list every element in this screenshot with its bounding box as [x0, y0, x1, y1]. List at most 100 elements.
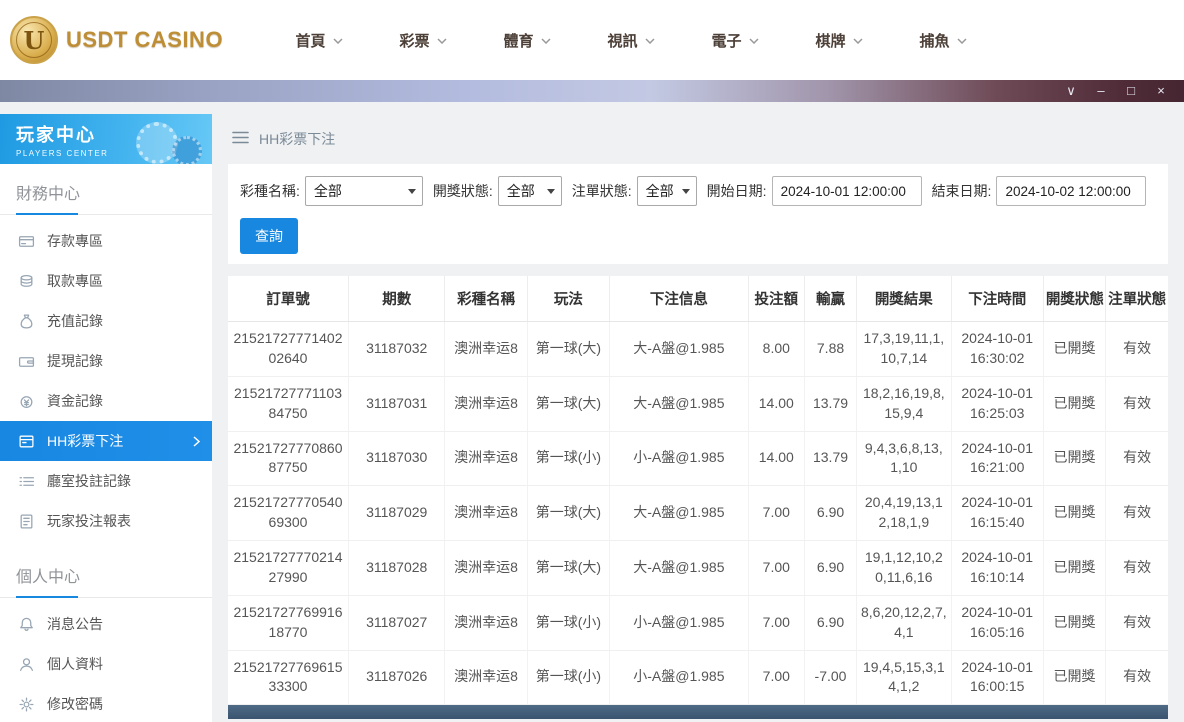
sidebar-item-label: 修改密碼 — [47, 694, 103, 714]
cell-period: 31187029 — [349, 486, 445, 541]
sidebar-item-announcements[interactable]: 消息公告 — [0, 604, 212, 644]
sidebar-item-fund-record[interactable]: 資金記錄 — [0, 381, 212, 421]
cell-bet-info: 大-A盤@1.985 — [610, 541, 749, 596]
list-icon — [18, 473, 35, 490]
cell-win-loss: 7.88 — [804, 322, 856, 377]
table-row: 2152172777140202640 31187032 澳洲幸运8 第一球(大… — [228, 322, 1168, 377]
brand: U USDT CASINO — [10, 16, 235, 64]
sidebar-item-label: 提現記錄 — [47, 351, 103, 371]
column-header-win: 輸贏 — [804, 276, 856, 322]
lottery-type-select[interactable]: 全部 — [305, 176, 423, 206]
table-header-row: 訂單號 期數 彩種名稱 玩法 下注信息 投注額 輸贏 開獎結果 下注時間 開獎狀… — [228, 276, 1168, 322]
nav-item-video[interactable]: 視訊 — [579, 30, 683, 51]
cell-draw-result: 20,4,19,13,12,18,1,9 — [857, 486, 951, 541]
column-header-draw-status: 開獎狀態 — [1043, 276, 1105, 322]
select-caret-icon — [682, 189, 690, 194]
sidebar-subtitle: PLAYERS CENTER — [16, 149, 212, 158]
nav-item-electronic[interactable]: 電子 — [683, 30, 787, 51]
sidebar-item-label: 存款專區 — [47, 231, 103, 251]
cell-win-loss: 13.79 — [804, 376, 856, 431]
cell-bet-time: 2024-10-01 16:30:02 — [951, 322, 1043, 377]
cell-bet-time: 2024-10-01 16:10:14 — [951, 541, 1043, 596]
cell-bet-info: 大-A盤@1.985 — [610, 322, 749, 377]
end-date-label: 結束日期: — [932, 181, 992, 201]
nav-item-label: 捕魚 — [919, 30, 949, 51]
report-icon — [18, 513, 35, 530]
cell-draw-status: 已開獎 — [1043, 431, 1105, 486]
column-header-order: 訂單號 — [228, 276, 349, 322]
cell-draw-result: 8,6,20,12,2,7,4,1 — [857, 595, 951, 650]
bet-status-select[interactable]: 全部 — [637, 176, 697, 206]
table-row: 2152172777021427990 31187028 澳洲幸运8 第一球(大… — [228, 541, 1168, 596]
hamburger-menu-icon[interactable] — [232, 131, 249, 147]
lottery-ticket-icon — [18, 433, 35, 450]
sidebar-item-player-bet-report[interactable]: 玩家投注報表 — [0, 501, 212, 541]
cell-order-number: 2152172776991618770 — [228, 595, 349, 650]
cell-bet-status: 有效 — [1106, 650, 1168, 705]
maximize-button[interactable]: □ — [1116, 80, 1146, 102]
bet-status-value: 全部 — [646, 181, 674, 201]
start-date-input[interactable] — [772, 176, 922, 206]
nav-item-home[interactable]: 首頁 — [267, 30, 371, 51]
bet-status-label: 注單狀態: — [572, 181, 632, 201]
cell-draw-status: 已開獎 — [1043, 541, 1105, 596]
cell-lottery-name: 澳洲幸运8 — [445, 595, 527, 650]
logo-monogram: U — [24, 26, 45, 55]
cell-order-number: 2152172776961533300 — [228, 650, 349, 705]
window-title-strip: ∨ – □ × — [0, 80, 1184, 102]
search-button[interactable]: 查詢 — [240, 218, 298, 254]
cell-bet-status: 有效 — [1106, 431, 1168, 486]
sidebar-item-hall-bet-record[interactable]: 廳室投註記錄 — [0, 461, 212, 501]
sidebar-item-recharge-record[interactable]: 充值記錄 — [0, 301, 212, 341]
lottery-type-value: 全部 — [314, 181, 342, 201]
cell-win-loss: 6.90 — [804, 486, 856, 541]
sidebar-header: 玩家中心 PLAYERS CENTER — [0, 114, 212, 164]
cell-bet-time: 2024-10-01 16:25:03 — [951, 376, 1043, 431]
close-button[interactable]: × — [1146, 80, 1176, 102]
bottom-scroll-bar[interactable] — [228, 705, 1168, 719]
sidebar-item-withdraw[interactable]: 取款專區 — [0, 261, 212, 301]
sidebar-item-hh-lottery-bet[interactable]: HH彩票下注 — [0, 421, 212, 461]
sidebar-item-withdrawal-record[interactable]: 提現記錄 — [0, 341, 212, 381]
cell-order-number: 2152172777140202640 — [228, 322, 349, 377]
table-row: 2152172776991618770 31187027 澳洲幸运8 第一球(小… — [228, 595, 1168, 650]
sidebar-item-deposit[interactable]: 存款專區 — [0, 221, 212, 261]
wallet-icon — [18, 353, 35, 370]
start-date-label: 開始日期: — [707, 181, 767, 201]
draw-status-filter: 開獎狀態: 全部 — [433, 176, 562, 206]
sidebar-item-label: HH彩票下注 — [47, 431, 123, 451]
cell-period: 31187028 — [349, 541, 445, 596]
chevron-down-icon — [333, 31, 343, 49]
end-date-input[interactable] — [996, 176, 1146, 206]
cell-play-type: 第一球(大) — [527, 376, 609, 431]
nav-item-fishing[interactable]: 捕魚 — [891, 30, 995, 51]
table-row: 2152172776961533300 31187026 澳洲幸运8 第一球(小… — [228, 650, 1168, 705]
cell-bet-amount: 14.00 — [748, 376, 804, 431]
cell-draw-result: 17,3,19,11,1,10,7,14 — [857, 322, 951, 377]
nav-item-sports[interactable]: 體育 — [475, 30, 579, 51]
bets-table-panel: 訂單號 期數 彩種名稱 玩法 下注信息 投注額 輸贏 開獎結果 下注時間 開獎狀… — [228, 276, 1168, 705]
cell-win-loss: 6.90 — [804, 541, 856, 596]
column-header-play: 玩法 — [527, 276, 609, 322]
nav-item-lottery[interactable]: 彩票 — [371, 30, 475, 51]
nav-item-board-games[interactable]: 棋牌 — [787, 30, 891, 51]
sidebar-item-change-password[interactable]: 修改密碼 — [0, 684, 212, 722]
cell-draw-result: 9,4,3,6,8,13,1,10 — [857, 431, 951, 486]
minimize-button[interactable]: – — [1086, 80, 1116, 102]
cell-bet-status: 有效 — [1106, 541, 1168, 596]
cell-draw-status: 已開獎 — [1043, 376, 1105, 431]
chevron-down-button[interactable]: ∨ — [1056, 80, 1086, 102]
cell-draw-result: 19,4,5,15,3,14,1,2 — [857, 650, 951, 705]
cell-draw-status: 已開獎 — [1043, 322, 1105, 377]
cell-bet-info: 小-A盤@1.985 — [610, 431, 749, 486]
sidebar-item-label: 充值記錄 — [47, 311, 103, 331]
cell-bet-amount: 7.00 — [748, 595, 804, 650]
draw-status-select[interactable]: 全部 — [498, 176, 562, 206]
cell-bet-status: 有效 — [1106, 322, 1168, 377]
sidebar-item-label: 資金記錄 — [47, 391, 103, 411]
chevron-down-icon — [957, 31, 967, 49]
cell-bet-status: 有效 — [1106, 595, 1168, 650]
sidebar-item-profile[interactable]: 個人資料 — [0, 644, 212, 684]
cell-lottery-name: 澳洲幸运8 — [445, 376, 527, 431]
cell-lottery-name: 澳洲幸运8 — [445, 650, 527, 705]
